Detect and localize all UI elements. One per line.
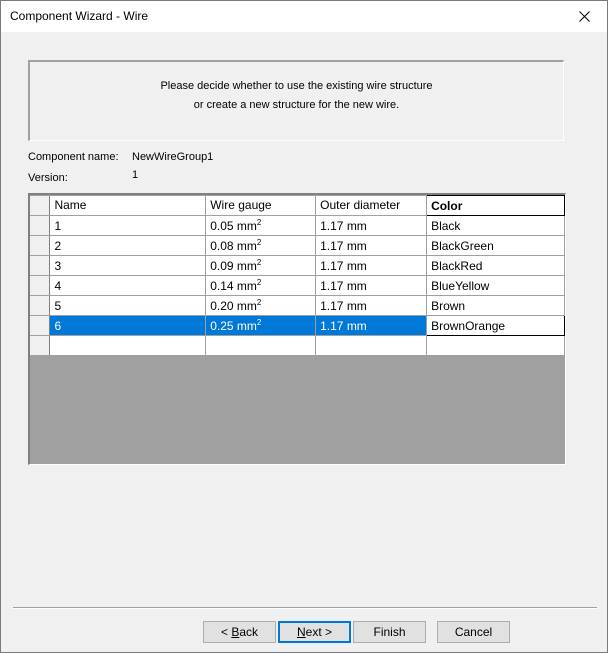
cell-outer-diameter[interactable]: 1.17 mm: [315, 275, 428, 296]
cell-outer-diameter[interactable]: 1.17 mm: [315, 215, 428, 236]
window-title: Component Wizard - Wire: [10, 9, 149, 23]
back-button[interactable]: < Back: [203, 621, 276, 643]
row-header[interactable]: [30, 335, 51, 356]
wire-table: Name Wire gauge Outer diameter Color 1 0…: [28, 193, 566, 465]
cell-name[interactable]: 4: [49, 275, 207, 296]
version-label: Version:: [28, 172, 68, 184]
row-header[interactable]: [30, 255, 51, 276]
row-header[interactable]: [30, 215, 51, 236]
cell-wire-gauge[interactable]: [205, 335, 317, 356]
table-row-new[interactable]: [30, 335, 565, 356]
column-header-wire-gauge[interactable]: Wire gauge: [205, 195, 317, 216]
table-row[interactable]: 1 0.05 mm2 1.17 mm Black: [30, 215, 565, 236]
cell-outer-diameter[interactable]: 1.17 mm: [315, 315, 428, 336]
separator: [13, 607, 597, 609]
close-button[interactable]: [561, 1, 607, 32]
cell-outer-diameter[interactable]: 1.17 mm: [315, 295, 428, 316]
cell-wire-gauge[interactable]: 0.09 mm2: [205, 255, 317, 276]
cell-color[interactable]: Brown: [426, 295, 565, 316]
cell-color[interactable]: BlackRed: [426, 255, 565, 276]
next-button[interactable]: Next >: [278, 621, 351, 643]
row-header-corner: [30, 195, 51, 216]
title-bar: Component Wizard - Wire: [1, 1, 607, 32]
column-header-name[interactable]: Name: [49, 195, 207, 216]
cell-outer-diameter[interactable]: 1.17 mm: [315, 235, 428, 256]
table-row[interactable]: 5 0.20 mm2 1.17 mm Brown: [30, 295, 565, 316]
cancel-button[interactable]: Cancel: [437, 621, 510, 643]
cell-name[interactable]: 1: [49, 215, 207, 236]
column-header-outer-diameter[interactable]: Outer diameter: [315, 195, 428, 216]
cell-wire-gauge[interactable]: 0.20 mm2: [205, 295, 317, 316]
cell-wire-gauge[interactable]: 0.14 mm2: [205, 275, 317, 296]
table-header-row: Name Wire gauge Outer diameter Color: [30, 195, 565, 216]
info-text-line2: or create a new structure for the new wi…: [193, 99, 400, 111]
cell-color-editing[interactable]: BrownOrange: [426, 315, 565, 336]
info-panel: Please decide whether to use the existin…: [28, 60, 564, 141]
table-row[interactable]: 3 0.09 mm2 1.17 mm BlackRed: [30, 255, 565, 276]
component-name-label: Component name:: [28, 151, 119, 163]
column-header-color[interactable]: Color: [426, 195, 565, 216]
cell-name[interactable]: 6: [49, 315, 207, 336]
cell-name[interactable]: [49, 335, 207, 356]
wizard-window: Component Wizard - Wire Please decide wh…: [0, 0, 608, 653]
table-row-selected[interactable]: 6 0.25 mm2 1.17 mm BrownOrange: [30, 315, 565, 336]
info-text-line1: Please decide whether to use the existin…: [160, 80, 433, 92]
cell-color[interactable]: BlueYellow: [426, 275, 565, 296]
cell-name[interactable]: 5: [49, 295, 207, 316]
row-header[interactable]: [30, 235, 51, 256]
row-header[interactable]: [30, 295, 51, 316]
table-row[interactable]: 2 0.08 mm2 1.17 mm BlackGreen: [30, 235, 565, 256]
cell-outer-diameter[interactable]: 1.17 mm: [315, 255, 428, 276]
version-value: 1: [132, 169, 139, 181]
table-row[interactable]: 4 0.14 mm2 1.17 mm BlueYellow: [30, 275, 565, 296]
cell-wire-gauge[interactable]: 0.25 mm2: [205, 315, 317, 336]
cell-outer-diameter[interactable]: [315, 335, 428, 356]
row-header[interactable]: [30, 275, 51, 296]
cell-wire-gauge[interactable]: 0.05 mm2: [205, 215, 317, 236]
component-name-value: NewWireGroup1: [132, 151, 214, 163]
cell-color[interactable]: Black: [426, 215, 565, 236]
cell-color[interactable]: BlackGreen: [426, 235, 565, 256]
cell-wire-gauge[interactable]: 0.08 mm2: [205, 235, 317, 256]
row-header[interactable]: [30, 315, 51, 336]
cell-name[interactable]: 3: [49, 255, 207, 276]
cell-color[interactable]: [426, 335, 565, 356]
cell-name[interactable]: 2: [49, 235, 207, 256]
finish-button[interactable]: Finish: [353, 621, 426, 643]
close-icon: [578, 11, 590, 22]
